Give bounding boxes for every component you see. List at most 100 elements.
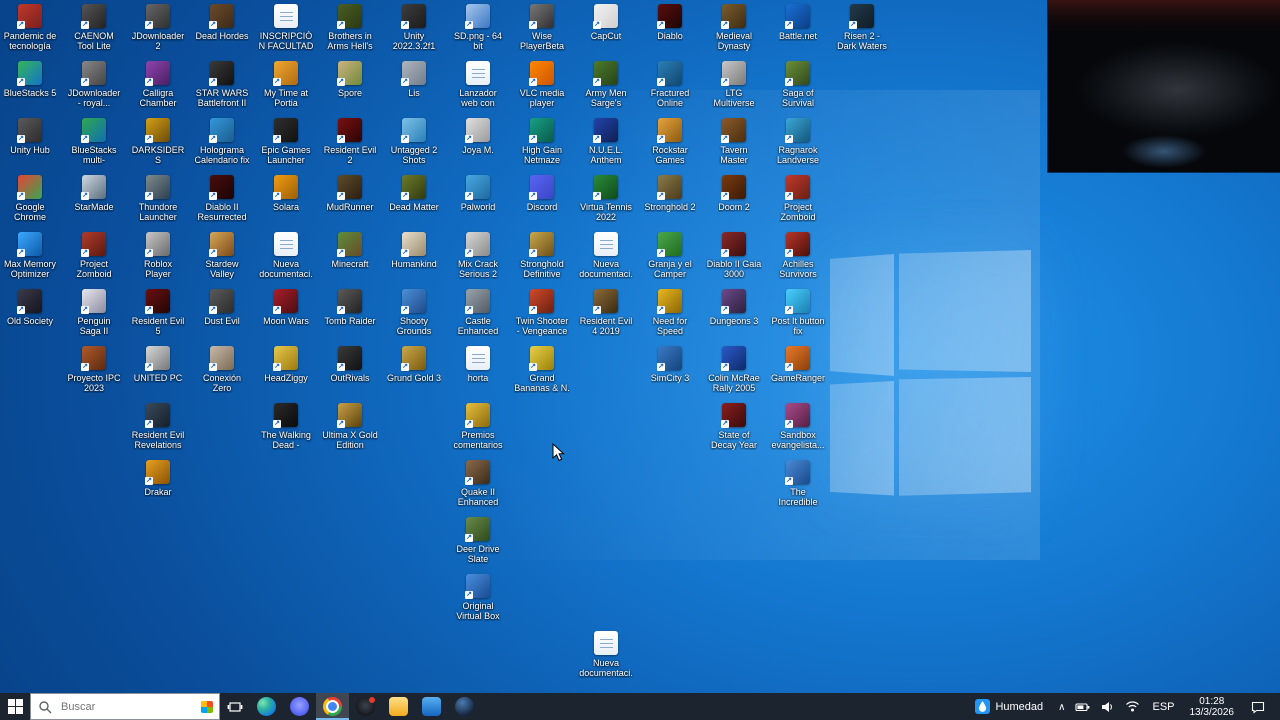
desktop-icon[interactable]: ↗ Max Memory Optimizer (2, 232, 58, 279)
desktop-icon[interactable]: ↗ DARKSIDERS (130, 118, 186, 165)
desktop-icon[interactable]: ↗ Diablo II Resurrected L. (194, 175, 250, 222)
desktop-icon[interactable]: ↗ Discord (514, 175, 570, 212)
desktop-icon[interactable]: ↗ Tavern Master (706, 118, 762, 165)
microsoft-edge-taskbar-button[interactable] (250, 693, 283, 720)
desktop-icon[interactable]: ↗ SD.png - 64 bit (450, 4, 506, 51)
desktop-icon[interactable]: ↗ Post It button fix (770, 289, 826, 336)
desktop-icon[interactable]: ↗ Roblox Player Nuevo... (130, 232, 186, 279)
notification-center-button[interactable] (1242, 693, 1274, 720)
desktop-icon[interactable]: ↗ Resident Evil 4 2019 (578, 289, 634, 336)
desktop-icon[interactable]: ↗ Lis (386, 61, 442, 98)
desktop-icon[interactable]: ↗ GameRanger (770, 346, 826, 383)
desktop-icon[interactable]: ↗ Minecraft (322, 232, 378, 269)
file-explorer-taskbar-button[interactable] (382, 693, 415, 720)
discord-taskbar-button[interactable] (283, 693, 316, 720)
desktop-icon[interactable]: ↗ Deer Drive Slate (450, 517, 506, 564)
desktop-icon[interactable]: ↗ Pandemic de tecnología (2, 4, 58, 51)
desktop-icon[interactable]: ↗ Saga of Survival (770, 61, 826, 108)
weather-widget[interactable]: Humedad (965, 693, 1053, 720)
desktop-icon[interactable]: ↗ Stronghold Definitive Edition (514, 232, 570, 279)
desktop-icon[interactable]: ↗ Army Men Sarge's Heroes (578, 61, 634, 108)
desktop-icon[interactable]: ↗ Rockstar Games Launcher (642, 118, 698, 165)
desktop-icon[interactable]: ↗ OutRivals (322, 346, 378, 383)
desktop-icon[interactable]: ↗ Resident Evil 5 (130, 289, 186, 336)
desktop-icon[interactable]: ↗ Dust Evil (194, 289, 250, 326)
desktop-icon[interactable]: ↗ Dead Matter (386, 175, 442, 212)
desktop-icon[interactable]: ↗ The Walking Dead - Telltale... (258, 403, 314, 450)
desktop-icon[interactable]: horta (450, 346, 506, 383)
desktop-icon[interactable]: ↗ Grand Bananas & N. (514, 346, 570, 393)
desktop-icon[interactable]: ↗ Holograma Calendario fix (194, 118, 250, 165)
desktop-icon[interactable]: ↗ Old Society (2, 289, 58, 326)
clock[interactable]: 01:28 13/3/2026 (1182, 696, 1243, 718)
desktop-icon[interactable]: INSCRIPCIÓN FACULTAD (258, 4, 314, 51)
desktop-icon[interactable]: Nueva documentaci... (258, 232, 314, 279)
desktop-icon[interactable]: ↗ Medieval Dynasty (706, 4, 762, 51)
desktop-icon[interactable]: ↗ Unity 2022.3.2f1 (386, 4, 442, 51)
desktop-icon[interactable]: ↗ Drakar (130, 460, 186, 497)
desktop-icon[interactable]: ↗ Epic Games Launcher (258, 118, 314, 165)
desktop-icon[interactable]: ↗ STAR WARS Battlefront II 2017 (194, 61, 250, 108)
task-view-button[interactable] (220, 693, 250, 720)
desktop-icon[interactable]: ↗ High Gain Netmaze (514, 118, 570, 165)
desktop-icon[interactable]: ↗ Virtua Tennis 2022 (578, 175, 634, 222)
google-chrome-taskbar-button[interactable] (316, 693, 349, 720)
network-button[interactable] (1120, 693, 1145, 720)
desktop-icon[interactable]: ↗ Project Zomboid (66, 232, 122, 279)
desktop-icon[interactable]: ↗ Doom 2 (706, 175, 762, 212)
desktop-icon[interactable]: ↗ Proyecto IPC 2023 (66, 346, 122, 393)
desktop-icon[interactable]: ↗ Ragnarok Landverse (770, 118, 826, 165)
language-indicator[interactable]: ESP (1145, 693, 1181, 720)
desktop-icon[interactable]: ↗ Joya M. (450, 118, 506, 155)
desktop-icon[interactable]: ↗ Resident Evil 2 (322, 118, 378, 165)
desktop-icon[interactable]: ↗ Achilles Survivors (770, 232, 826, 279)
desktop-icon[interactable]: ↗ Ultima X Gold Edition (322, 403, 378, 450)
desktop-icon[interactable]: Lanzador web con Steam (450, 61, 506, 108)
desktop-icon[interactable]: ↗ JDownloader - royal... (66, 61, 122, 108)
microsoft-store-taskbar-button[interactable] (415, 693, 448, 720)
desktop-icon[interactable]: ↗ Calligra Chamber (130, 61, 186, 108)
desktop-icon[interactable]: ↗ HeadZiggy (258, 346, 314, 383)
volume-button[interactable] (1096, 693, 1120, 720)
desktop-icon[interactable]: ↗ Untagged 2 Shots (386, 118, 442, 165)
desktop-icon[interactable]: ↗ Mix Crack Serious 2 (450, 232, 506, 279)
desktop-icon[interactable]: ↗ LTG Multiverse Totem (706, 61, 762, 108)
desktop-icon[interactable]: ↗ Twin Shooter - Vengeance (514, 289, 570, 336)
desktop-icon[interactable]: ↗ Sandbox evangelista... (770, 403, 826, 450)
desktop-icon[interactable]: ↗ State of Decay Year One (706, 403, 762, 450)
desktop-icon[interactable]: ↗ Dead Hordes (194, 4, 250, 41)
desktop-icon[interactable]: ↗ My Time at Portia (258, 61, 314, 108)
desktop-icon[interactable]: ↗ Resident Evil Revelations (130, 403, 186, 450)
desktop-icon[interactable]: Nueva documentaci... (578, 631, 634, 678)
desktop-icon[interactable]: ↗ Diablo II Gaia 3000 (706, 232, 762, 279)
desktop-icon[interactable]: ↗ Premios comentarios L. (450, 403, 506, 450)
desktop-icon[interactable]: ↗ Wise PlayerBeta (514, 4, 570, 51)
battery-button[interactable] (1070, 693, 1096, 720)
steam-taskbar-button[interactable] (448, 693, 481, 720)
desktop-icon[interactable]: ↗ Conexión Zero (194, 346, 250, 393)
obs-studio-taskbar-button[interactable] (349, 693, 382, 720)
desktop-icon[interactable]: ↗ Risen 2 - Dark Waters (834, 4, 890, 51)
desktop-icon[interactable]: ↗ Original Virtual Box (450, 574, 506, 621)
desktop-icon[interactable]: ↗ BlueStacks 5 (2, 61, 58, 98)
desktop-icon[interactable]: ↗ CapCut (578, 4, 634, 41)
desktop-icon[interactable]: ↗ Dungeons 3 (706, 289, 762, 326)
desktop-icon[interactable]: ↗ Colin McRae Rally 2005 (706, 346, 762, 393)
desktop-icon[interactable]: ↗ CAENOM Tool Lite (66, 4, 122, 51)
desktop-icon[interactable]: ↗ StarMade (66, 175, 122, 212)
start-button[interactable] (0, 693, 30, 720)
desktop-icon[interactable]: ↗ N.U.E.L. Anthem Strike tech... (578, 118, 634, 165)
desktop-icon[interactable]: ↗ Need for Speed Carbon (642, 289, 698, 336)
desktop-icon[interactable]: ↗ Tomb Raider (322, 289, 378, 326)
desktop-icon[interactable]: ↗ Fractured Online (642, 61, 698, 108)
desktop-icon[interactable]: ↗ Project Zomboid Dedicated Server (770, 175, 826, 222)
desktop-icon[interactable]: ↗ UNITED PC (130, 346, 186, 383)
desktop-icon[interactable]: ↗ Quake II Enhanced (450, 460, 506, 507)
search-input[interactable] (59, 699, 193, 714)
desktop-icon[interactable]: ↗ Battle.net (770, 4, 826, 41)
search-highlights-icon[interactable] (201, 701, 213, 713)
desktop-icon[interactable]: ↗ Penguin Saga II (66, 289, 122, 336)
taskbar-search-box[interactable] (30, 693, 220, 720)
desktop-icon[interactable]: ↗ Diablo (642, 4, 698, 41)
desktop-icon[interactable]: ↗ Brothers in Arms Hell's Highway (322, 4, 378, 51)
